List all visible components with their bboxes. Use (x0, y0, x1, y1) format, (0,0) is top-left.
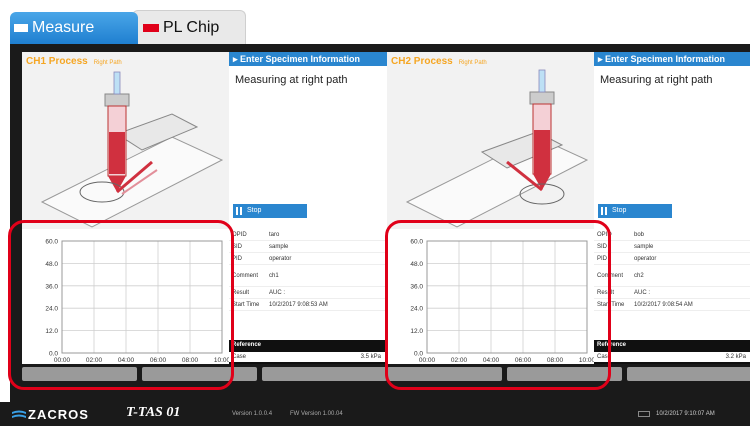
stop-button[interactable]: Stop (598, 204, 672, 218)
pl-chip-icon (143, 24, 159, 32)
result-value: AUC : (269, 290, 286, 296)
y-tick-label: 12.0 (45, 328, 58, 335)
action-button-1[interactable] (387, 367, 502, 381)
chart-svg: 60.048.036.024.012.00.000:00 02:00 04:00 06… (410, 239, 594, 365)
firmware-version: FW Version 1.00.04 (290, 411, 343, 417)
datetime: 10/2/2017 9:10:07 AM (656, 411, 715, 417)
case-label: Case (597, 354, 612, 360)
comment-value: ch2 (634, 273, 644, 279)
opid-value: bob (634, 232, 645, 238)
brand-name: ZACROS (28, 407, 89, 422)
sid-value: sample (269, 244, 289, 250)
measurement-info: OPID bob SID sample PID operator Comment ch2… (594, 229, 750, 364)
y-tick-label: 36.0 (45, 283, 58, 290)
monitor-icon (638, 411, 650, 417)
zacros-logo-icon (12, 410, 26, 418)
process-title: CH1 Process Right Path (26, 56, 122, 67)
product-name: T-TAS 01 (126, 405, 181, 420)
channel-1-panel: CH1 Process Right Path ▸ Enter Specimen I… (22, 52, 387, 394)
action-buttons (387, 367, 750, 381)
chip-pipette-illustration (405, 69, 589, 228)
tab-measure-label: Measure (32, 19, 95, 36)
tab-pl-chip[interactable]: PL Chip (132, 10, 246, 44)
specimen-panel: ▸ Enter Specimen Information Measuring a… (594, 52, 750, 229)
result-value: AUC : (634, 290, 651, 296)
action-button-2[interactable] (507, 367, 622, 381)
x-tick-label: 04:00 (483, 357, 500, 364)
enter-specimen-button[interactable]: ▸ Enter Specimen Information (594, 52, 750, 66)
measurement-info: OPID taro SID sample PID operator Comment ch… (229, 229, 387, 364)
start-time-value: 10/2/2017 9:08:53 AM (269, 302, 328, 308)
reference-block: Reference Case 3.2 kPa (594, 340, 750, 364)
process-illustration: CH2 Process Right Path (387, 52, 594, 229)
action-button-2[interactable] (142, 367, 257, 381)
pid-value: operator (269, 256, 292, 262)
plot-frame (426, 240, 588, 354)
y-tick-label: 24.0 (45, 306, 58, 313)
specimen-panel: ▸ Enter Specimen Information Measuring a… (229, 52, 387, 229)
tab-measure[interactable]: Measure (10, 12, 138, 44)
channel-2-panel: CH2 Process Right Path ▸ Enter Specimen I… (387, 52, 750, 394)
chart-svg: 60.048.036.024.012.00.000:00 02:00 04:00 06… (45, 239, 229, 365)
pressure-chart: 60.0 48.0 36.0 24.0 12.0 0.0 00:00 02:00 04:00 06… (387, 229, 594, 364)
x-tick-label: 04:00 (118, 357, 135, 364)
sid-value: sample (634, 244, 654, 250)
process-illustration: CH1 Process Right Path (22, 52, 229, 229)
x-tick-label: 08:00 (182, 357, 199, 364)
x-tick-label: 10:00 (214, 357, 229, 364)
main-area: CH1 Process Right Path ▸ Enter Specimen I… (10, 44, 750, 402)
start-time-value: 10/2/2017 9:08:54 AM (634, 302, 693, 308)
x-tick-label: 02:00 (86, 357, 103, 364)
x-tick-label: 08:00 (547, 357, 564, 364)
x-tick-label: 00:00 (419, 357, 436, 364)
software-version: Version 1.0.0.4 (232, 411, 273, 417)
pause-icon (601, 207, 607, 215)
pid-value: operator (634, 256, 657, 262)
status-message: Measuring at right path (235, 74, 348, 86)
plot-frame (61, 240, 223, 354)
action-buttons (22, 367, 387, 381)
tab-bar: PL Chip Measure (0, 0, 750, 44)
pressure-chart: 60.0 48.0 36.0 24.0 12.0 0.0 00:00 02:00 04:00 06… (22, 229, 229, 364)
x-tick-label: 02:00 (451, 357, 468, 364)
y-tick-label: 60.0 (410, 239, 423, 246)
stop-button[interactable]: Stop (233, 204, 307, 218)
action-button-3[interactable] (627, 367, 750, 381)
pause-icon (236, 207, 242, 215)
chip-pipette-illustration (40, 71, 224, 228)
y-tick-label: 12.0 (410, 328, 423, 335)
y-tick-label: 36.0 (410, 283, 423, 290)
action-button-3[interactable] (262, 367, 387, 381)
x-tick-label: 00:00 (54, 357, 71, 364)
case-value: 3.2 kPa (725, 354, 746, 360)
y-tick-label: 48.0 (410, 261, 423, 268)
footer-bar: ZACROS T-TAS 01 Version 1.0.0.4 FW Versi… (0, 402, 750, 426)
case-label: Case (232, 354, 247, 360)
process-title: CH2 Process Right Path (391, 56, 487, 67)
y-tick-label: 48.0 (45, 261, 58, 268)
case-value: 3.5 kPa (360, 354, 381, 360)
reference-block: Reference Case 3.5 kPa (229, 340, 387, 364)
x-tick-label: 06:00 (150, 357, 167, 364)
tab-pl-chip-label: PL Chip (163, 19, 220, 36)
measure-icon (14, 24, 28, 32)
enter-specimen-button[interactable]: ▸ Enter Specimen Information (229, 52, 387, 66)
x-tick-label: 10:00 (579, 357, 594, 364)
y-tick-label: 60.0 (45, 239, 58, 246)
x-tick-label: 06:00 (515, 357, 532, 364)
comment-value: ch1 (269, 273, 279, 279)
status-message: Measuring at right path (600, 74, 713, 86)
opid-value: taro (269, 232, 280, 238)
action-button-1[interactable] (22, 367, 137, 381)
y-tick-label: 24.0 (410, 306, 423, 313)
